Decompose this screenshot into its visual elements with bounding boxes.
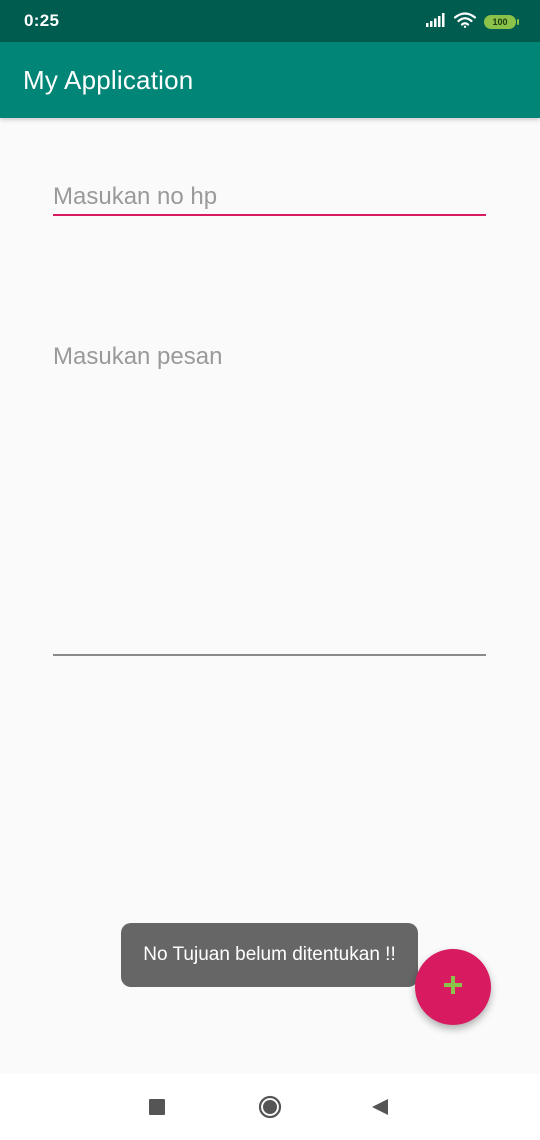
navigation-bar — [0, 1074, 540, 1140]
plus-icon — [442, 974, 464, 1001]
battery-tip — [517, 19, 519, 25]
signal-icon — [426, 12, 446, 32]
recents-icon[interactable] — [149, 1099, 165, 1115]
toast: No Tujuan belum ditentukan !! — [121, 923, 418, 987]
message-placeholder: Masukan pesan — [53, 343, 223, 370]
battery-icon: 100 — [484, 15, 519, 29]
app-title: My Application — [23, 65, 194, 95]
wifi-icon — [453, 11, 477, 33]
status-time: 0:25 — [24, 11, 60, 30]
phone-number-placeholder: Masukan no hp — [53, 183, 218, 210]
phone-number-underline — [53, 214, 486, 216]
status-bar: 0:25 100 — [0, 0, 540, 42]
app-bar: My Application — [0, 42, 540, 118]
message-underline — [53, 654, 486, 656]
battery-level: 100 — [492, 16, 508, 27]
home-icon[interactable] — [258, 1095, 282, 1119]
message-input[interactable]: Masukan pesan — [53, 338, 486, 658]
status-icons: 100 — [426, 11, 519, 33]
back-icon[interactable] — [371, 1098, 389, 1116]
phone-number-input[interactable]: Masukan no hp — [53, 178, 486, 218]
add-fab-button[interactable] — [415, 949, 491, 1025]
screen: 0:25 100 My Application Masukan no hp Ma… — [0, 0, 540, 1140]
toast-text: No Tujuan belum ditentukan !! — [143, 944, 396, 965]
